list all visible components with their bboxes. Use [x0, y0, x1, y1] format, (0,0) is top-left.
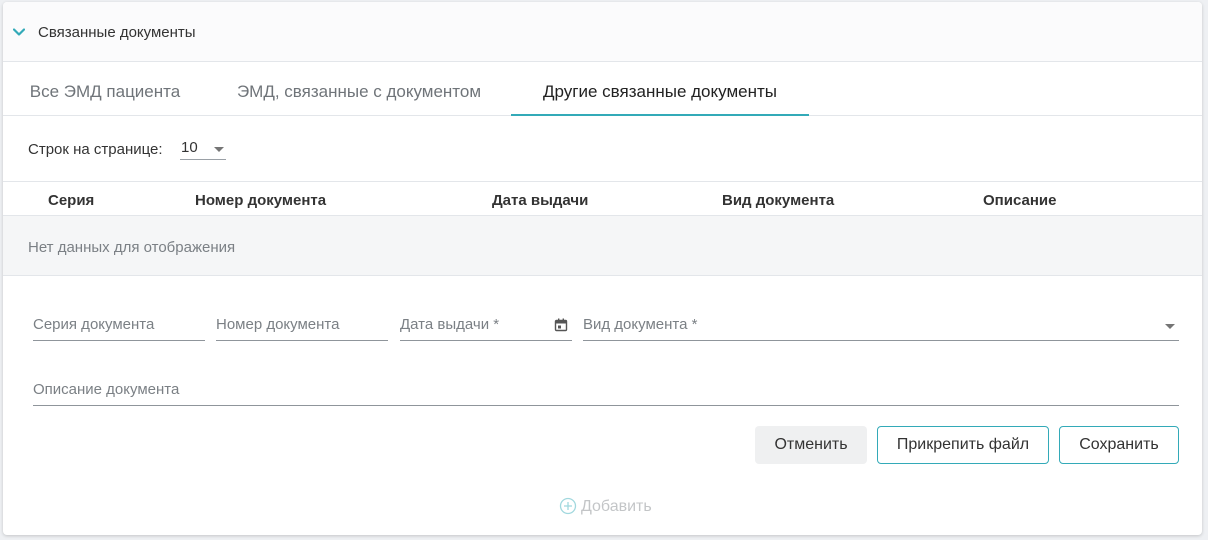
number-input-label: Номер документа — [216, 316, 340, 333]
number-input[interactable]: Номер документа — [216, 314, 388, 341]
add-button[interactable]: Добавить — [559, 496, 659, 518]
table-header: Серия Номер документа Дата выдачи Вид до… — [3, 181, 1202, 216]
rows-per-page-label: Строк на странице: — [28, 141, 163, 158]
document-type-select[interactable]: Вид документа * — [583, 314, 1179, 341]
tab-bar: Все ЭМД пациента ЭМД, связанные с докуме… — [3, 62, 1202, 116]
column-header-series[interactable]: Серия — [48, 192, 94, 209]
calendar-icon[interactable] — [554, 318, 568, 332]
series-input[interactable]: Серия документа — [33, 314, 205, 341]
related-documents-panel: Связанные документы Все ЭМД пациента ЭМД… — [3, 2, 1202, 535]
tab-label: Другие связанные документы — [543, 82, 777, 101]
section-header[interactable]: Связанные документы — [3, 2, 1202, 62]
chevron-down-icon[interactable] — [13, 26, 25, 38]
column-header-document-type[interactable]: Вид документа — [722, 192, 834, 209]
issue-date-input-label: Дата выдачи * — [400, 316, 500, 333]
empty-message: Нет данных для отображения — [28, 239, 236, 256]
dropdown-arrow-icon[interactable] — [214, 147, 224, 152]
dropdown-arrow-icon[interactable] — [1165, 324, 1175, 329]
tab-emd-linked-to-document[interactable]: ЭМД, связанные с документом — [207, 62, 511, 115]
rows-per-page-select[interactable]: 10 — [180, 135, 226, 160]
series-input-label: Серия документа — [33, 316, 155, 333]
tab-all-patient-emd[interactable]: Все ЭМД пациента — [3, 62, 207, 115]
column-header-description[interactable]: Описание — [983, 192, 1056, 209]
section-title: Связанные документы — [38, 24, 196, 41]
attach-file-button[interactable]: Прикрепить файл — [877, 426, 1049, 464]
description-input[interactable]: Описание документа — [33, 379, 1179, 406]
column-header-number[interactable]: Номер документа — [195, 192, 326, 209]
save-button[interactable]: Сохранить — [1059, 426, 1179, 464]
tab-other-related-documents[interactable]: Другие связанные документы — [511, 62, 809, 116]
rows-per-page-value: 10 — [181, 139, 198, 156]
issue-date-input[interactable]: Дата выдачи * — [400, 314, 572, 341]
add-button-label: Добавить — [581, 498, 652, 515]
table-empty-row: Нет данных для отображения — [3, 216, 1202, 276]
tab-label: ЭМД, связанные с документом — [236, 82, 482, 101]
cancel-button[interactable]: Отменить — [755, 426, 867, 464]
tab-label: Все ЭМД пациента — [29, 82, 181, 101]
description-input-label: Описание документа — [33, 381, 180, 398]
document-type-select-label: Вид документа * — [583, 316, 698, 333]
plus-circle-icon — [559, 497, 577, 515]
column-header-issue-date[interactable]: Дата выдачи — [492, 192, 588, 209]
